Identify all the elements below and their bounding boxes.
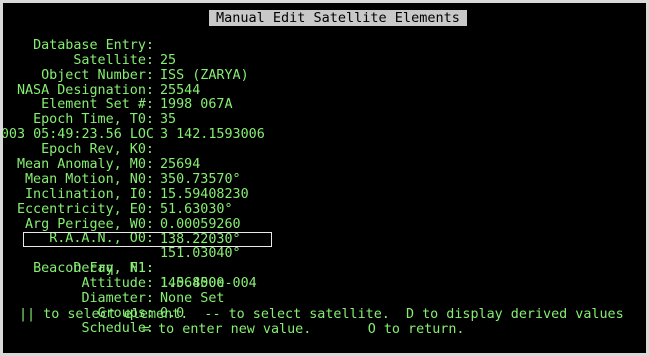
field-database-entry[interactable]: Database Entry: 25 <box>3 24 646 68</box>
key-help-line-2: = to enter new value. O to return. <box>142 321 465 337</box>
field-eccentricity[interactable]: Eccentricity, E0: 0.00059260 <box>3 188 646 232</box>
field-epoch-rev[interactable]: Epoch Rev, K0: 25694 <box>3 128 646 172</box>
field-mean-anomaly[interactable]: Mean Anomaly, M0: 350.73570° <box>3 143 646 187</box>
terminal-screen: Manual Edit Satellite Elements Database … <box>3 3 646 353</box>
field-object-number[interactable]: Object Number: 25544 <box>3 54 646 98</box>
selection-highlight <box>23 232 272 248</box>
epoch-local-time: 05/22/2003 05:49:23.56 LOC <box>3 113 646 142</box>
field-inclination[interactable]: Inclination, I0: 51.63030° <box>3 173 646 217</box>
field-attitude[interactable]: Attitude: None Set <box>3 262 646 306</box>
key-help-bar: || to select element. -- to select satel… <box>3 307 646 353</box>
field-element-set[interactable]: Element Set #: 35 <box>3 84 646 128</box>
field-decay[interactable]: Decay, N1: 1.06450e-004 <box>3 247 646 291</box>
element-field-list: Database Entry: 25 Satellite: ISS (ZARYA… <box>3 24 646 336</box>
field-arg-perigee[interactable]: Arg Perigee, W0: 138.22030° <box>3 203 646 247</box>
field-raan[interactable]: R.A.A.N., O0: 151.03040° <box>3 218 646 262</box>
key-help-line-1: || to select element. -- to select satel… <box>19 307 624 322</box>
field-nasa-designation[interactable]: NASA Designation: 1998 067A <box>3 69 646 113</box>
field-epoch-time[interactable]: Epoch Time, T0: 3 142.1593006 <box>3 98 646 142</box>
field-diameter[interactable]: Diameter: 0.0 <box>3 277 646 321</box>
field-mean-motion[interactable]: Mean Motion, N0: 15.59408230 <box>3 158 646 202</box>
field-satellite[interactable]: Satellite: ISS (ZARYA) <box>3 39 646 83</box>
field-groups[interactable]: Groups: <box>3 292 646 321</box>
field-beacon-frequency[interactable]: Beacon Frq, F1: 145.8000 <box>3 232 646 291</box>
